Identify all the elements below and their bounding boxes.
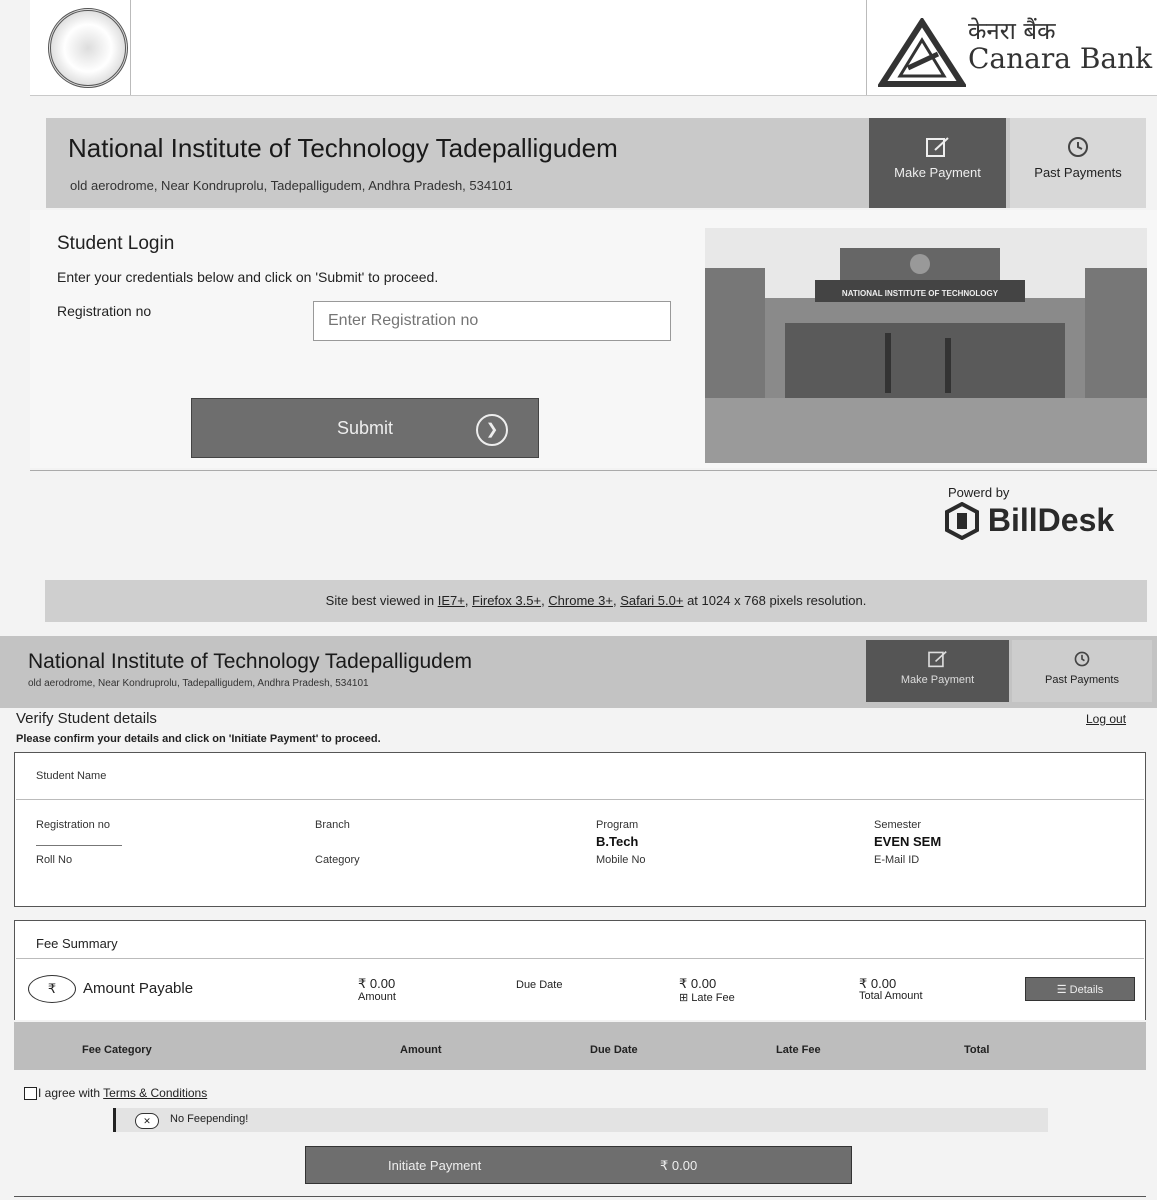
close-icon[interactable]: ✕ [135, 1113, 159, 1129]
institute-name: National Institute of Technology Tadepal… [28, 650, 473, 673]
divider [130, 0, 131, 95]
footer-prefix: Site best viewed in [325, 593, 435, 608]
mobile-label: Mobile No [596, 854, 646, 866]
category-label: Category [315, 854, 360, 866]
past-payments-label: Past Payments [1045, 674, 1119, 686]
login-instruction: Enter your credentials below and click o… [57, 269, 439, 285]
fee-summary-title: Fee Summary [36, 936, 118, 951]
late-fee-value: ₹ 0.00 [679, 976, 717, 991]
browser-support-footer: Site best viewed in IE7+, Firefox 3.5+, … [45, 580, 1147, 622]
divider [36, 845, 122, 846]
submit-button[interactable]: Submit ❯ [191, 398, 539, 458]
institute-address: old aerodrome, Near Kondruprolu, Tadepal… [70, 178, 513, 193]
logout-link[interactable]: Log out [1086, 712, 1126, 726]
column-header-due-date: Due Date [590, 1044, 638, 1056]
past-payments-label: Past Payments [1034, 165, 1122, 180]
initiate-payment-label: Initiate Payment [388, 1158, 482, 1173]
semester-value: EVEN SEM [874, 834, 942, 849]
campus-gate-image: NATIONAL INSTITUTE OF TECHNOLOGY [705, 228, 1147, 463]
footer-suffix: at 1024 x 768 pixels resolution. [687, 593, 867, 608]
make-payment-label: Make Payment [894, 165, 981, 180]
past-payments-button[interactable]: Past Payments [1010, 118, 1146, 208]
make-payment-button[interactable]: Make Payment [869, 118, 1006, 208]
billdesk-label: BillDesk [987, 502, 1115, 539]
registration-label: Registration no [36, 819, 110, 831]
verify-instruction: Please confirm your details and click on… [16, 733, 381, 745]
institute-address: old aerodrome, Near Kondruprolu, Tadepal… [28, 678, 369, 689]
initiate-payment-amount: ₹ 0.00 [660, 1158, 698, 1173]
due-date-label: Due Date [516, 979, 563, 991]
no-fee-message: No Feepending! [170, 1113, 249, 1125]
column-header-amount: Amount [400, 1044, 442, 1056]
edit-icon [927, 651, 947, 668]
column-header-late-fee: Late Fee [776, 1044, 821, 1056]
terms-link[interactable]: Terms & Conditions [103, 1086, 207, 1100]
fee-summary-box [14, 920, 1146, 1020]
divider [30, 470, 1157, 471]
terms-checkbox[interactable] [24, 1087, 37, 1100]
past-payments-button[interactable]: Past Payments [1012, 640, 1152, 702]
terms-agreement: I agree with Terms & Conditions [38, 1086, 207, 1100]
program-label: Program [596, 819, 639, 831]
history-icon [1068, 137, 1088, 157]
chevron-right-icon: ❯ [476, 414, 508, 446]
billdesk-hexagon-icon [945, 501, 979, 540]
edit-icon [925, 137, 949, 157]
billdesk-logo: BillDesk [945, 500, 1114, 540]
institute-name: National Institute of Technology Tadepal… [68, 133, 618, 163]
rupee-icon: ₹ [28, 975, 76, 1003]
program-value: B.Tech [596, 834, 639, 849]
make-payment-button[interactable]: Make Payment [866, 640, 1009, 702]
powered-by-label: Powerd by [948, 485, 1010, 500]
column-header-fee-category: Fee Category [82, 1044, 152, 1056]
student-name-label: Student Name [36, 770, 107, 782]
gate-sign-text: NATIONAL INSTITUTE OF TECHNOLOGY [842, 289, 999, 298]
semester-label: Semester [874, 819, 922, 831]
verify-title: Verify Student details [16, 710, 157, 727]
bank-name: Canara Bank [968, 42, 1153, 75]
registration-label: Registration no [57, 303, 152, 319]
roll-no-label: Roll No [36, 854, 73, 866]
login-title: Student Login [57, 233, 175, 254]
make-payment-label: Make Payment [900, 674, 975, 686]
amount-payable-label: Amount Payable [83, 980, 194, 997]
amount-value: ₹ 0.00 [358, 976, 396, 991]
divider [14, 1196, 1146, 1197]
no-fee-alert [113, 1108, 1048, 1132]
email-label: E-Mail ID [874, 854, 920, 866]
column-header-total: Total [964, 1044, 990, 1056]
divider [16, 958, 1144, 959]
amount-label: Amount [358, 991, 396, 1003]
submit-label: Submit [336, 417, 394, 438]
browser-link-safari[interactable]: Safari 5.0+ [620, 593, 683, 608]
browser-link-chrome[interactable]: Chrome 3+ [548, 593, 613, 608]
details-button[interactable]: ☰ Details [1025, 977, 1135, 1001]
browser-link-firefox[interactable]: Firefox 3.5+ [472, 593, 541, 608]
branch-label: Branch [315, 819, 350, 831]
late-fee-label: ⊞ Late Fee [679, 992, 735, 1004]
history-icon [1074, 651, 1090, 667]
browser-link-ie[interactable]: IE7+ [438, 593, 465, 608]
registration-input[interactable] [313, 301, 671, 341]
institute-seal-icon [48, 8, 128, 88]
total-amount-label: Total Amount [859, 990, 923, 1002]
divider [16, 799, 1144, 800]
canara-bank-logo-icon [878, 18, 966, 87]
student-details-box [14, 752, 1146, 907]
terms-prefix: I agree with [38, 1086, 101, 1100]
